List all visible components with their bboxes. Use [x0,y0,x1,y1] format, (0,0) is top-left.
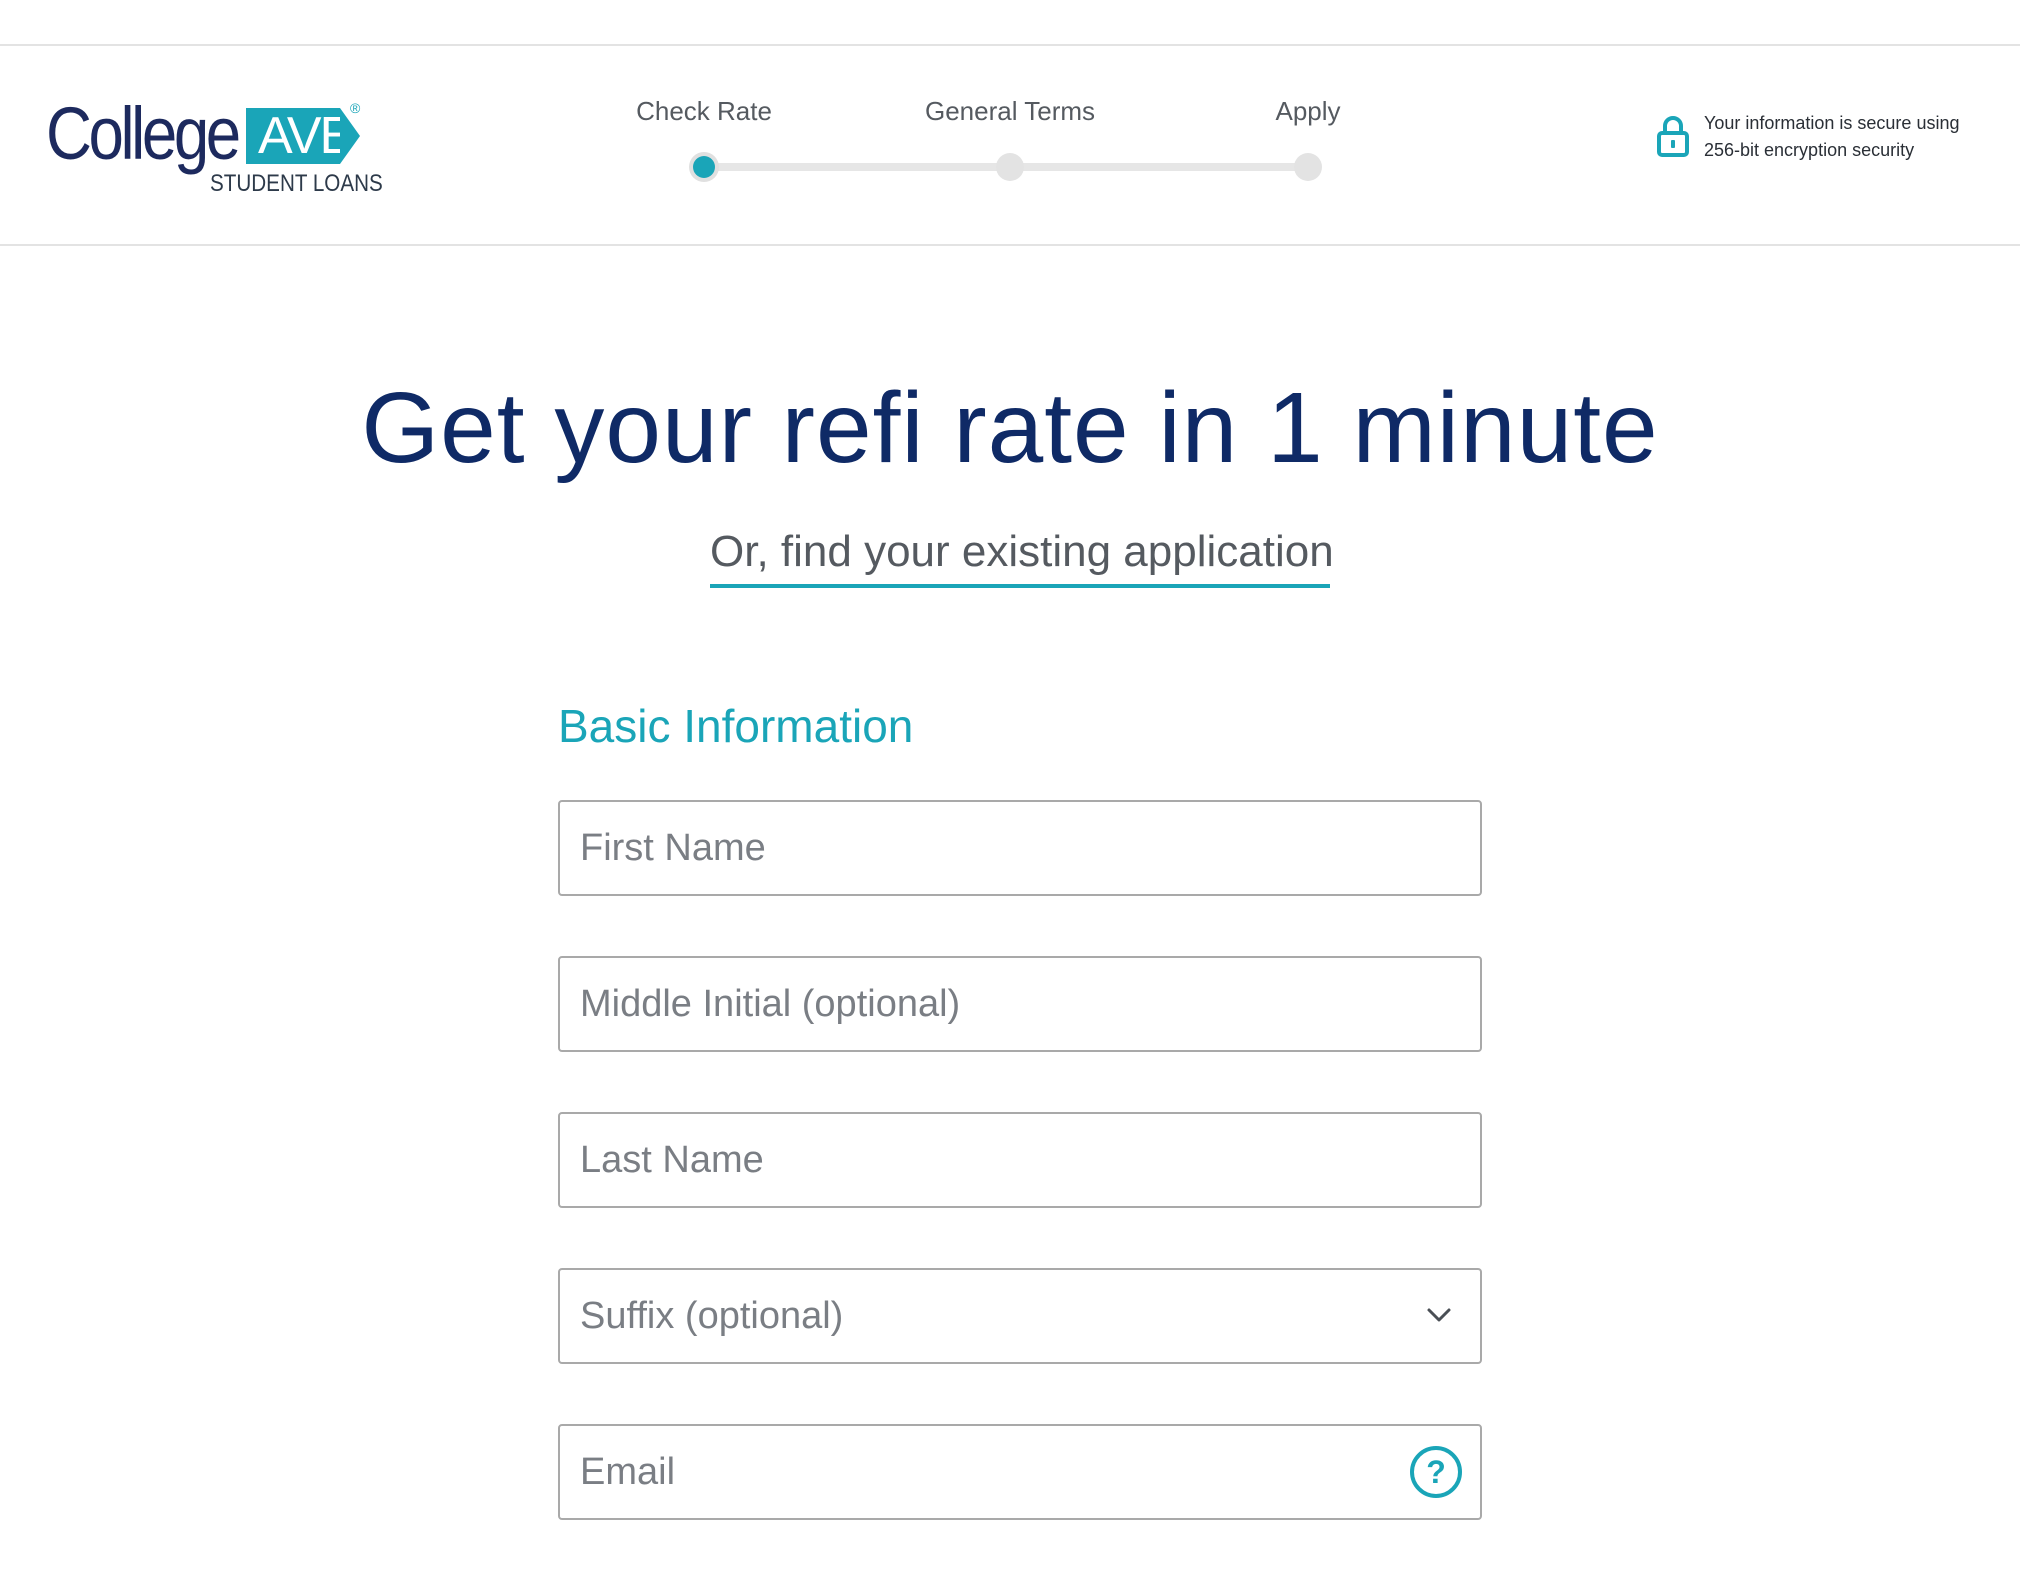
email-field-wrapper: ? [558,1424,1482,1520]
suffix-field-wrapper: Suffix (optional) [558,1268,1482,1364]
find-existing-application-link[interactable]: Or, find your existing application [710,524,1334,588]
security-text: Your information is secure using 256-bit… [1704,110,1959,164]
logo-ave-badge: AVE [246,108,354,164]
suffix-select[interactable]: Suffix (optional) [560,1270,1480,1362]
last-name-field-wrapper [558,1112,1482,1208]
page-title: Get your refi rate in 1 minute [361,372,1659,484]
top-divider [0,44,2020,46]
last-name-input[interactable] [560,1114,1480,1206]
middle-initial-input[interactable] [560,958,1480,1050]
logo-ave-arrow [340,108,360,164]
step-dot-check-rate [693,156,715,178]
security-line-1: Your information is secure using [1704,113,1960,133]
step-label-check-rate: Check Rate [636,96,772,126]
page: College AVE ® STUDENT LOANS Check Rate G… [0,0,2020,1580]
logo-college-text: College [46,92,241,175]
step-label-general-terms: General Terms [924,96,1096,126]
progress-stepper: Check Rate General Terms Apply [600,90,1360,190]
header-divider [0,244,2020,246]
logo-subtitle: STUDENT LOANS [210,170,383,197]
email-input[interactable] [560,1426,1480,1518]
step-label-apply: Apply [1275,96,1341,126]
question-circle-icon[interactable]: ? [1410,1446,1462,1498]
first-name-field-wrapper [558,800,1482,896]
basic-information-heading: Basic Information [558,700,914,752]
middle-initial-field-wrapper [558,956,1482,1052]
step-dot-apply [1294,153,1322,181]
college-ave-logo[interactable]: College AVE ® STUDENT LOANS [46,92,383,204]
security-notice: Your information is secure using 256-bit… [1656,108,1996,168]
first-name-input[interactable] [560,802,1480,894]
logo-registered-mark: ® [350,100,361,116]
step-dot-general-terms [996,153,1024,181]
lock-icon [1657,116,1689,157]
security-line-2: 256-bit encryption security [1704,140,1915,160]
